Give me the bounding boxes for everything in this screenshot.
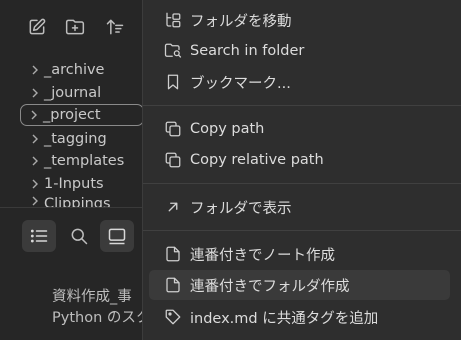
new-note-button[interactable] bbox=[24, 14, 50, 40]
card-view-icon bbox=[108, 228, 126, 245]
menu-item-copy-path[interactable]: Copy path bbox=[149, 114, 450, 144]
menu-item-search-in-folder[interactable]: Search in folder bbox=[149, 36, 450, 66]
search-icon bbox=[71, 228, 88, 245]
tree-item-label: _journal bbox=[44, 85, 102, 101]
menu-item-move-folder[interactable]: フォルダを移動 bbox=[149, 5, 450, 35]
move-folder-icon bbox=[157, 5, 189, 35]
preview-text-line: 資料作成_事 bbox=[52, 289, 132, 305]
file-icon bbox=[157, 239, 189, 269]
chevron-right-icon bbox=[22, 134, 44, 144]
chevron-right-icon bbox=[22, 88, 44, 98]
tree-folder-inputs[interactable]: 1-Inputs bbox=[22, 173, 142, 195]
copy-icon bbox=[157, 145, 189, 175]
preview-text-line: Python のスク bbox=[52, 310, 151, 326]
menu-item-label: 連番付きでノート作成 bbox=[190, 247, 335, 264]
tab-search[interactable] bbox=[62, 220, 96, 252]
menu-separator bbox=[143, 183, 461, 184]
menu-separator bbox=[143, 230, 461, 231]
tab-outline[interactable] bbox=[22, 220, 56, 252]
chevron-right-icon bbox=[22, 156, 44, 166]
menu-item-label: フォルダで表示 bbox=[190, 200, 292, 217]
tree-item-label: 1-Inputs bbox=[44, 176, 104, 192]
menu-item-label: 連番付きでフォルダ作成 bbox=[190, 278, 350, 295]
tag-icon bbox=[157, 302, 189, 332]
tree-folder-archive[interactable]: _archive bbox=[22, 59, 142, 81]
menu-item-label: index.md に共通タグを追加 bbox=[190, 310, 379, 327]
tree-folder-tagging[interactable]: _tagging bbox=[22, 128, 142, 150]
tree-item-label: _tagging bbox=[44, 131, 107, 147]
tab-preview[interactable] bbox=[100, 220, 134, 252]
context-menu: フォルダを移動 Search in folder ブックマーク... Copy … bbox=[142, 0, 461, 340]
new-folder-button[interactable] bbox=[62, 14, 88, 40]
tree-item-label: Clippings bbox=[44, 196, 111, 207]
menu-item-label: Search in folder bbox=[190, 43, 305, 59]
menu-item-label: Copy path bbox=[190, 121, 265, 137]
menu-item-show-in-folder[interactable]: フォルダで表示 bbox=[149, 192, 450, 222]
bookmark-icon bbox=[157, 67, 189, 97]
menu-separator bbox=[143, 105, 461, 106]
folder-search-icon bbox=[157, 36, 189, 66]
tree-item-label: _project bbox=[43, 107, 101, 123]
menu-item-copy-relative-path[interactable]: Copy relative path bbox=[149, 145, 450, 175]
new-folder-icon bbox=[65, 19, 85, 35]
menu-item-create-numbered-note[interactable]: 連番付きでノート作成 bbox=[149, 239, 450, 269]
menu-item-create-numbered-folder[interactable]: 連番付きでフォルダ作成 bbox=[149, 270, 450, 300]
menu-item-label: ブックマーク... bbox=[190, 75, 291, 92]
chevron-right-icon bbox=[22, 179, 44, 189]
list-icon bbox=[30, 229, 48, 243]
chevron-right-icon bbox=[22, 196, 44, 206]
chevron-right-icon bbox=[21, 110, 43, 120]
menu-item-label: Copy relative path bbox=[190, 152, 324, 168]
explorer-toolbar bbox=[0, 0, 142, 56]
tree-folder-templates[interactable]: _templates bbox=[22, 150, 142, 172]
sort-icon bbox=[106, 19, 124, 35]
sidebar-bottom-tabs bbox=[0, 208, 142, 260]
chevron-right-icon bbox=[22, 65, 44, 75]
menu-item-label: フォルダを移動 bbox=[190, 13, 292, 30]
arrow-up-right-icon bbox=[157, 192, 189, 222]
file-explorer-sidebar: _archive _journal _project _tagging _tem… bbox=[0, 0, 150, 340]
menu-item-add-common-tag[interactable]: index.md に共通タグを追加 bbox=[149, 302, 450, 332]
new-note-icon bbox=[29, 18, 46, 35]
tree-folder-journal[interactable]: _journal bbox=[22, 82, 142, 104]
tree-folder-clippings[interactable]: Clippings bbox=[22, 196, 142, 207]
tree-folder-project[interactable]: _project bbox=[20, 104, 144, 126]
tree-item-label: _archive bbox=[44, 62, 105, 78]
copy-icon bbox=[157, 114, 189, 144]
tree-item-label: _templates bbox=[44, 153, 125, 169]
file-icon bbox=[157, 270, 189, 300]
menu-item-bookmark[interactable]: ブックマーク... bbox=[149, 67, 450, 97]
sort-button[interactable] bbox=[102, 14, 128, 40]
